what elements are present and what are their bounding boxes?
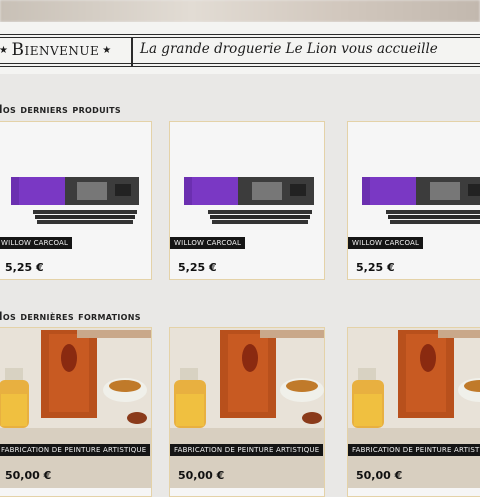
banner-rule <box>0 66 480 67</box>
hero-image-strip <box>0 0 480 22</box>
course-name-tag[interactable]: FABRICATION DE PEINTURE ARTISTIQUE <box>348 444 480 456</box>
course-name-tag[interactable]: FABRICATION DE PEINTURE ARTISTIQUE <box>0 444 151 456</box>
product-image[interactable] <box>0 122 151 234</box>
welcome-banner: ★ Bienvenue ★ La grande droguerie Le Lion … <box>0 22 480 74</box>
course-price: 50,00 € <box>356 469 403 482</box>
banner-rule <box>0 37 480 38</box>
product-price: 5,25 € <box>178 261 217 274</box>
product-price: 5,25 € <box>5 261 44 274</box>
box-front-purple <box>19 177 65 205</box>
product-name-tag[interactable]: WILLOW CARCOAL <box>348 237 424 249</box>
course-price: 50,00 € <box>178 469 225 482</box>
star-icon: ★ <box>102 45 112 56</box>
course-image[interactable] <box>170 328 324 488</box>
star-icon: ★ <box>0 45 9 56</box>
course-card[interactable]: FABRICATION DE PEINTURE ARTISTIQUE 50,00… <box>347 327 480 497</box>
course-image[interactable] <box>348 328 480 488</box>
course-name-tag[interactable]: FABRICATION DE PEINTURE ARTISTIQUE <box>170 444 324 456</box>
product-price: 5,25 € <box>356 261 395 274</box>
banner-divider <box>131 37 133 66</box>
section-title-courses: Nos dernières formations <box>0 309 141 323</box>
banner-rule <box>0 34 480 35</box>
welcome-heading: ★ Bienvenue ★ <box>0 40 115 61</box>
box-purple-tab <box>11 177 19 205</box>
product-card[interactable]: WILLOW CARCOAL 5,25 € <box>169 121 325 280</box>
course-price: 50,00 € <box>5 469 52 482</box>
course-card[interactable]: FABRICATION DE PEINTURE ARTISTIQUE 50,00… <box>0 327 152 497</box>
section-title-products: Nos derniers produits <box>0 102 121 116</box>
product-card[interactable]: WILLOW CARCOAL 5,25 € <box>0 121 152 280</box>
welcome-text: Bienvenue <box>11 40 100 60</box>
product-name-tag[interactable]: WILLOW CARCOAL <box>0 237 73 249</box>
product-image[interactable] <box>170 122 324 234</box>
course-image[interactable] <box>0 328 151 488</box>
product-card[interactable]: WILLOW CARCOAL 5,25 € <box>347 121 480 280</box>
banner-tagline: La grande droguerie Le Lion vous accueil… <box>140 41 438 57</box>
course-card[interactable]: FABRICATION DE PEINTURE ARTISTIQUE 50,00… <box>169 327 325 497</box>
banner-rule <box>0 63 480 64</box>
product-image[interactable] <box>348 122 480 234</box>
product-name-tag[interactable]: WILLOW CARCOAL <box>170 237 246 249</box>
